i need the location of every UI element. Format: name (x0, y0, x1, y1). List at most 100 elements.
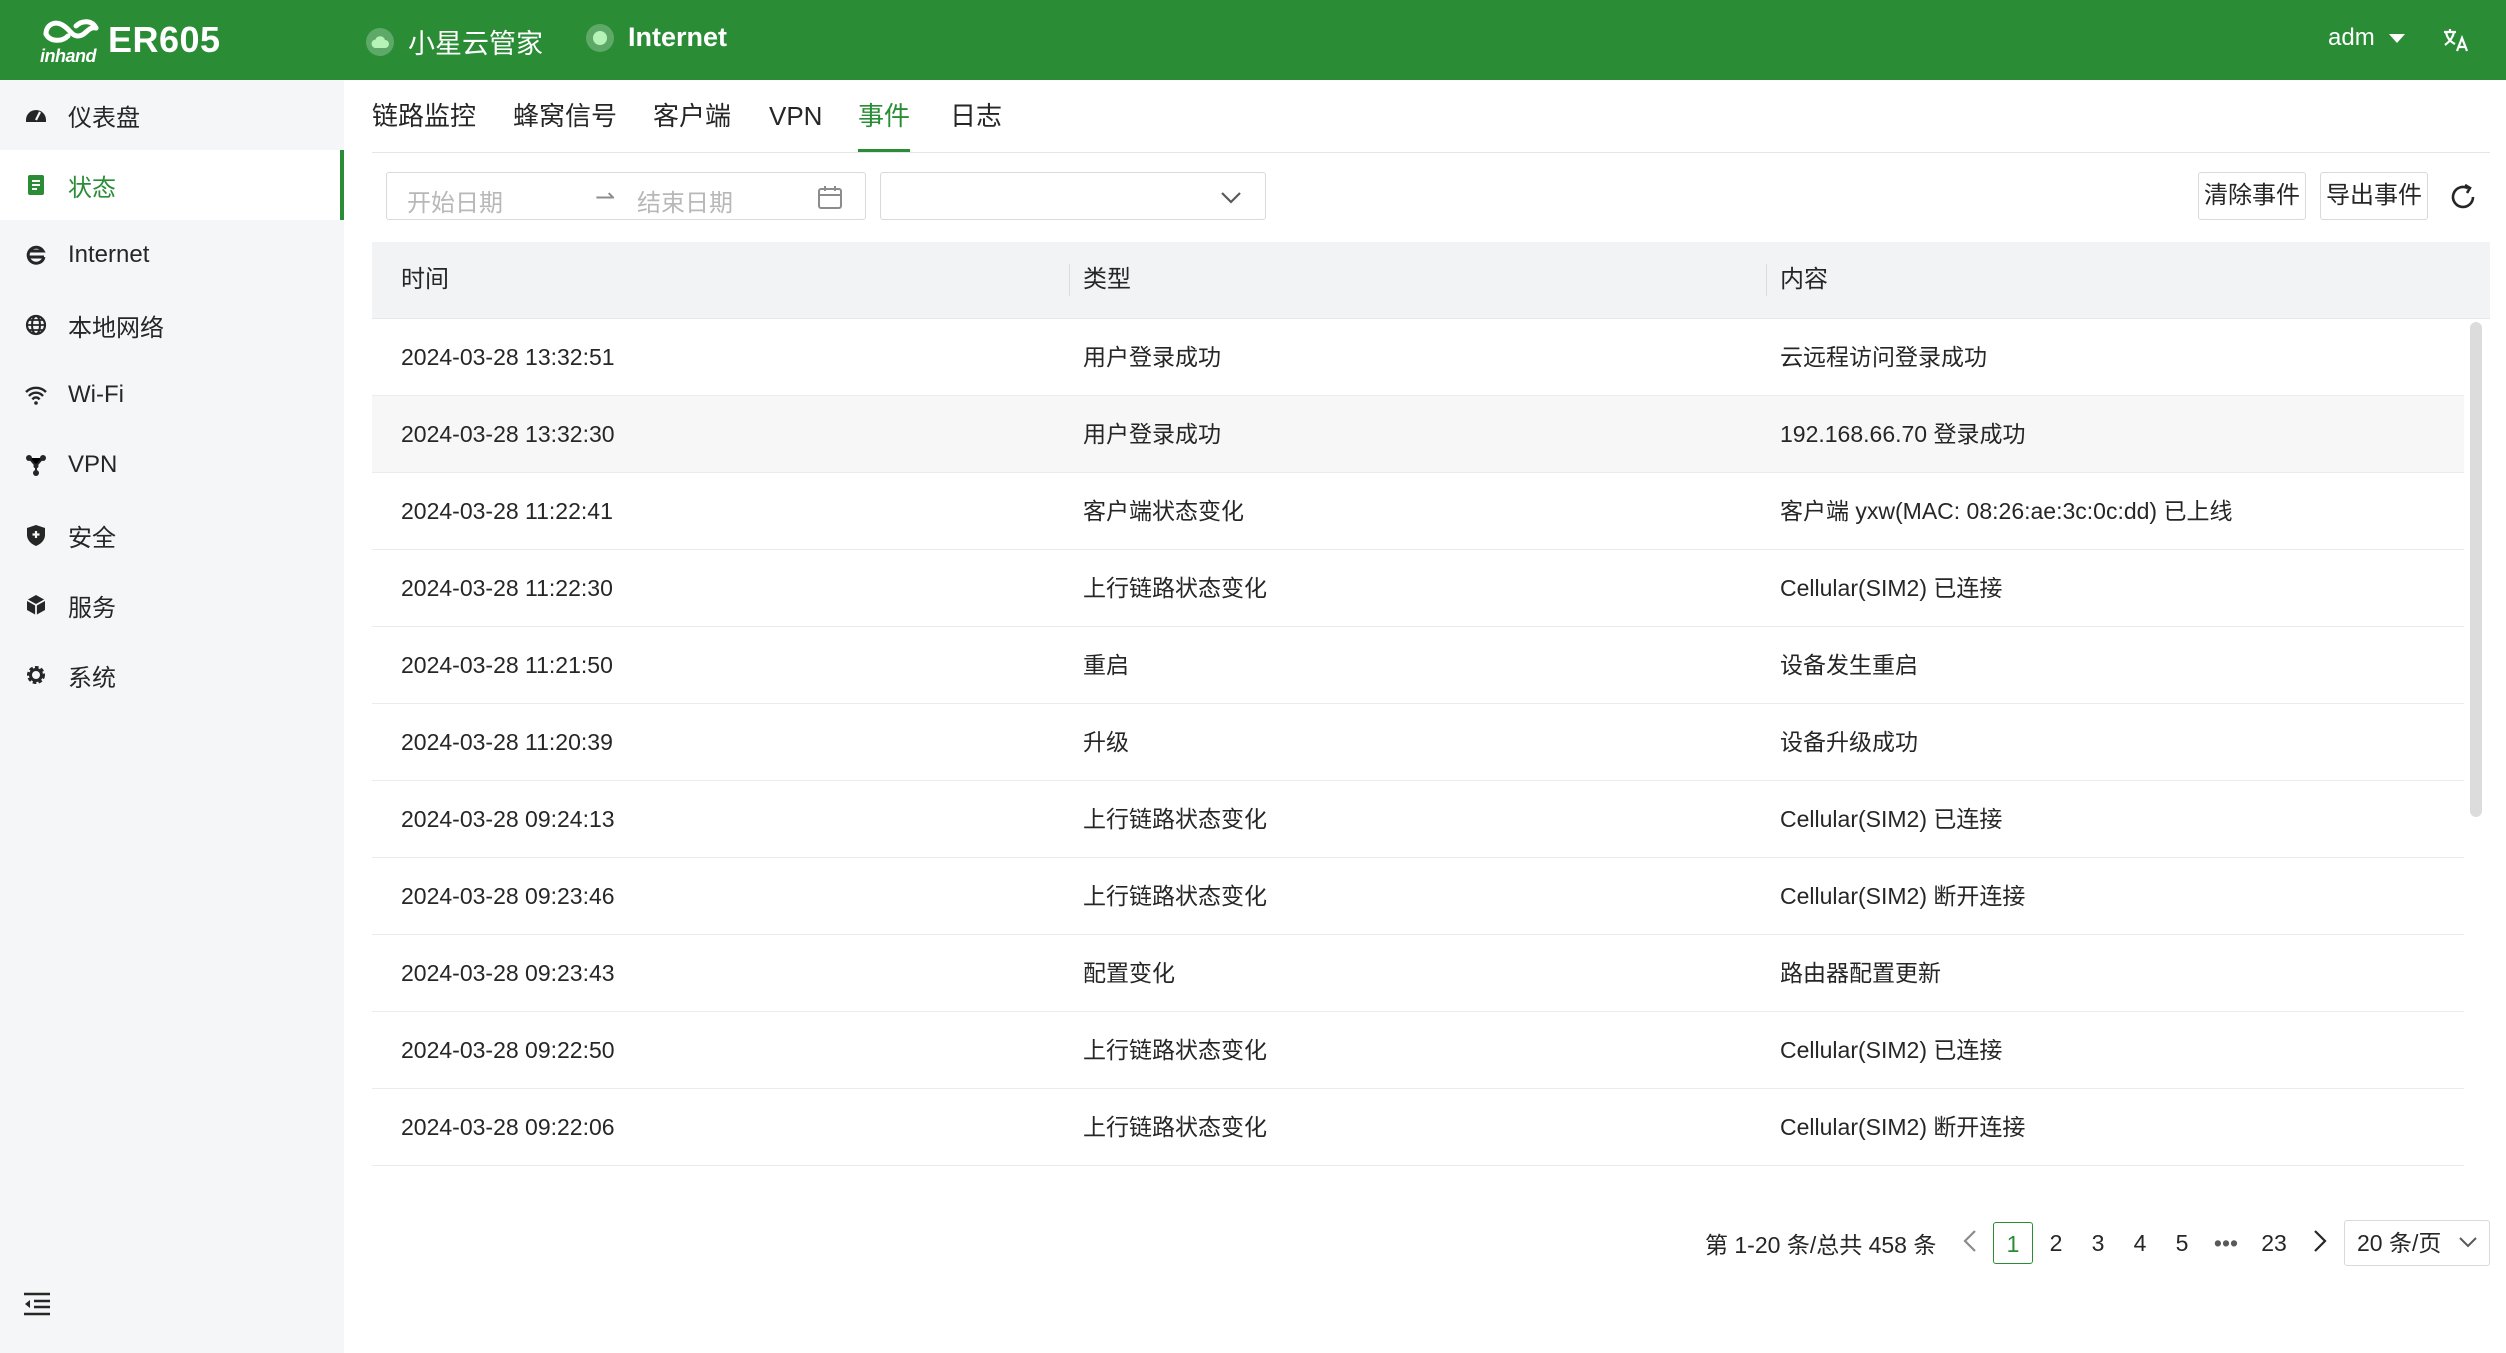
clear-events-button[interactable]: 清除事件 (2198, 172, 2306, 220)
pagination-total: 第 1-20 条/总共 458 条 (1705, 1232, 1937, 1258)
cell-time: 2024-03-28 11:22:30 (401, 575, 613, 601)
page-1-button[interactable]: 1 (1993, 1222, 2033, 1264)
start-date-placeholder[interactable]: 开始日期 (407, 183, 503, 218)
event-type-select[interactable] (880, 172, 1266, 220)
page-5-button[interactable]: 5 (2168, 1222, 2196, 1264)
refresh-icon[interactable] (2448, 182, 2478, 212)
column-divider[interactable] (1069, 264, 1070, 296)
calendar-icon[interactable] (817, 184, 843, 210)
table-row: 2024-03-28 09:16:10 上行链路状态变化 Cellular(SIM2… (372, 1166, 2464, 1192)
gear-icon (27, 666, 45, 684)
sidebar-item-security[interactable]: 安全 (0, 500, 344, 570)
sidebar-item-label: 本地网络 (68, 314, 164, 342)
tab-cellular-signal[interactable]: 蜂窝信号 (513, 80, 617, 152)
chevron-down-icon (2459, 1237, 2477, 1248)
page-ellipsis[interactable]: ••• (2206, 1222, 2246, 1264)
inhand-logo-icon: inhand (40, 16, 102, 66)
cell-type: 上行链路状态变化 (1083, 575, 1267, 601)
cell-type: 上行链路状态变化 (1083, 1166, 1267, 1192)
user-menu[interactable]: adm (2328, 24, 2405, 52)
table-row: 2024-03-28 11:20:39 升级 设备升级成功 (372, 704, 2464, 781)
cell-type: 上行链路状态变化 (1083, 806, 1267, 832)
range-arrow: ⇀ (595, 184, 616, 211)
cell-type: 用户登录成功 (1083, 421, 1221, 447)
cell-type: 用户登录成功 (1083, 344, 1221, 370)
vpn-icon (26, 455, 46, 476)
sidebar-item-wifi[interactable]: Wi-Fi (0, 360, 344, 430)
cell-time: 2024-03-28 09:23:43 (401, 960, 615, 986)
cell-type: 升级 (1083, 729, 1129, 755)
column-divider[interactable] (1766, 264, 1767, 296)
cell-content: Cellular(SIM2) 已连接 (1780, 575, 2003, 601)
tab-logs[interactable]: 日志 (950, 80, 1002, 152)
top-header: inhand ER605 小星云管家 Internet adm (0, 0, 2506, 80)
tab-vpn[interactable]: VPN (769, 80, 822, 152)
sidebar-item-label: 状态 (68, 174, 116, 202)
tab-link-monitor[interactable]: 链路监控 (372, 80, 476, 152)
chevron-right-icon[interactable] (2306, 1228, 2332, 1254)
cell-time: 2024-03-28 11:21:50 (401, 652, 613, 678)
table-header: 时间 类型 内容 (372, 242, 2490, 319)
wifi-icon (25, 386, 47, 405)
column-header-content: 内容 (1780, 266, 1828, 293)
cell-time: 2024-03-28 13:32:30 (401, 421, 615, 447)
cell-content: 192.168.66.70 登录成功 (1780, 421, 2026, 447)
cell-content: Cellular(SIM2) 已连接 (1780, 1037, 2003, 1063)
cell-content: Cellular(SIM2) 已连接 (1780, 1166, 2002, 1192)
cloud-icon (366, 27, 394, 56)
globe-icon (25, 314, 47, 336)
sidebar-item-label: Internet (68, 241, 150, 268)
page-size-select[interactable]: 20 条/页 (2344, 1220, 2490, 1266)
cell-content: 云远程访问登录成功 (1780, 344, 1987, 370)
page-size-value: 20 条/页 (2357, 1230, 2442, 1256)
table-row: 2024-03-28 09:23:43 配置变化 路由器配置更新 (372, 935, 2464, 1012)
cell-content: 路由器配置更新 (1780, 960, 1941, 986)
cell-content: Cellular(SIM2) 已连接 (1780, 806, 2003, 832)
column-header-time: 时间 (401, 266, 449, 293)
page-4-button[interactable]: 4 (2126, 1222, 2154, 1264)
cell-type: 上行链路状态变化 (1083, 883, 1267, 909)
sidebar-item-label: Wi-Fi (68, 381, 124, 408)
sidebar-item-label: 安全 (68, 524, 116, 552)
cloud-manager-status[interactable]: 小星云管家 (366, 22, 543, 61)
sidebar-item-local-network[interactable]: 本地网络 (0, 290, 344, 360)
sidebar-item-vpn[interactable]: VPN (0, 430, 344, 500)
tab-clients[interactable]: 客户端 (653, 80, 731, 152)
cell-time: 2024-03-28 09:22:50 (401, 1037, 615, 1063)
cloud-manager-label: 小星云管家 (408, 29, 543, 59)
page-3-button[interactable]: 3 (2084, 1222, 2112, 1264)
user-name: adm (2328, 24, 2375, 51)
events-table-body: 2024-03-28 13:32:51 用户登录成功 云远程访问登录成功 2024-… (372, 319, 2464, 1192)
collapse-menu-icon[interactable] (22, 1290, 52, 1318)
device-model: ER605 (108, 19, 221, 60)
sidebar-item-internet[interactable]: Internet (0, 220, 344, 290)
cell-content: 设备发生重启 (1780, 652, 1918, 678)
sidebar-item-label: 系统 (68, 664, 116, 692)
cell-type: 重启 (1083, 652, 1129, 678)
date-range-picker[interactable]: 开始日期 ⇀ 结束日期 (386, 172, 866, 220)
cell-content: 设备升级成功 (1780, 729, 1918, 755)
internet-status[interactable]: Internet (586, 22, 727, 53)
cell-time: 2024-03-28 09:23:46 (401, 883, 615, 909)
sidebar-item-services[interactable]: 服务 (0, 570, 344, 640)
end-date-placeholder[interactable]: 结束日期 (637, 183, 733, 218)
table-row: 2024-03-28 09:24:13 上行链路状态变化 Cellular(SIM2… (372, 781, 2464, 858)
table-row: 2024-03-28 09:23:46 上行链路状态变化 Cellular(SIM2… (372, 858, 2464, 935)
sidebar-item-label: 仪表盘 (68, 104, 140, 132)
chevron-left-icon[interactable] (1958, 1228, 1984, 1254)
table-scrollbar-thumb[interactable] (2470, 322, 2482, 817)
table-row: 2024-03-28 13:32:30 用户登录成功 192.168.66.70 登… (372, 396, 2464, 473)
export-events-button[interactable]: 导出事件 (2320, 172, 2428, 220)
sidebar-item-status[interactable]: 状态 (0, 150, 344, 220)
sidebar-item-system[interactable]: 系统 (0, 640, 344, 710)
cell-type: 配置变化 (1083, 960, 1175, 986)
cell-content: Cellular(SIM2) 断开连接 (1780, 883, 2026, 909)
page-2-button[interactable]: 2 (2042, 1222, 2070, 1264)
table-row: 2024-03-28 11:21:50 重启 设备发生重启 (372, 627, 2464, 704)
translate-icon[interactable] (2440, 24, 2472, 56)
sidebar-item-label: VPN (68, 451, 118, 478)
tab-events[interactable]: 事件 (858, 80, 911, 152)
sidebar-item-dashboard[interactable]: 仪表盘 (0, 80, 344, 150)
page-23-button[interactable]: 23 (2256, 1222, 2292, 1264)
sidebar: 仪表盘 状态 Internet 本地网络 Wi-Fi VPN 安全 服务 系统 (0, 80, 344, 1353)
